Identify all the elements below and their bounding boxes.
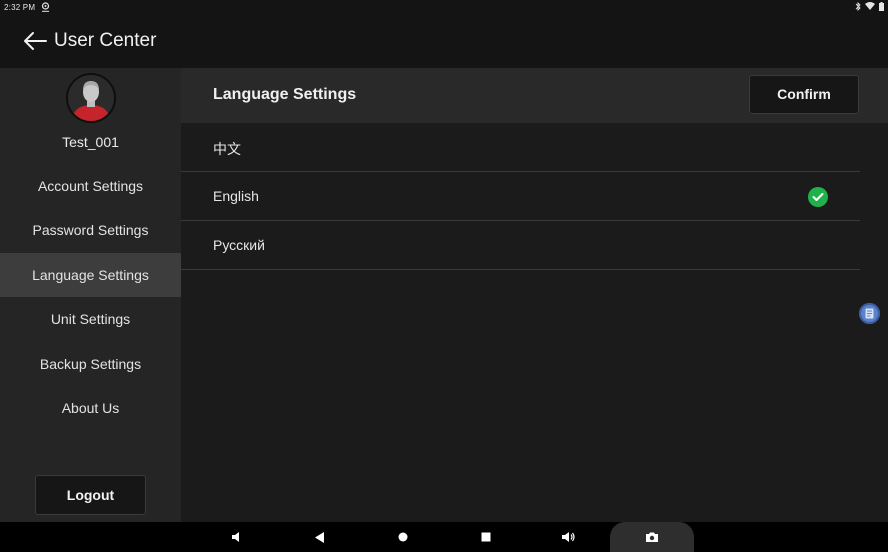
avatar[interactable]: [65, 73, 116, 123]
sidebar-menu: Account Settings Password Settings Langu…: [0, 164, 181, 430]
app-bar: User Center: [0, 14, 888, 68]
sidebar-item-unit-settings[interactable]: Unit Settings: [0, 297, 181, 341]
volume-down-icon[interactable]: [226, 522, 248, 552]
section-title: Language Settings: [213, 86, 357, 103]
battery-icon: [879, 1, 884, 13]
sidebar-item-account-settings[interactable]: Account Settings: [0, 164, 181, 208]
recents-square-icon[interactable]: [475, 522, 497, 552]
sidebar-item-backup-settings[interactable]: Backup Settings: [0, 342, 181, 386]
main-content: Language Settings Confirm 中文 English Рус…: [181, 68, 888, 522]
home-circle-icon[interactable]: [392, 522, 414, 552]
language-label: 中文: [213, 141, 241, 157]
confirm-button[interactable]: Confirm: [749, 75, 859, 114]
volume-up-icon[interactable]: [558, 522, 580, 552]
sidebar-item-about-us[interactable]: About Us: [0, 386, 181, 430]
sidebar-item-password-settings[interactable]: Password Settings: [0, 208, 181, 252]
language-option-english[interactable]: English: [181, 172, 860, 221]
back-triangle-icon[interactable]: [309, 522, 331, 552]
status-icons: [855, 0, 884, 14]
floating-assist-icon[interactable]: [859, 303, 880, 324]
status-time: 2:32 PM: [4, 2, 36, 12]
system-navigation-bar: [0, 522, 888, 552]
sidebar: Test_001 Account Settings Password Setti…: [0, 68, 181, 522]
location-icon: [41, 2, 50, 12]
avatar-container: [0, 68, 181, 128]
logout-button[interactable]: Logout: [35, 475, 146, 515]
camera-icon[interactable]: [641, 522, 663, 552]
page-title: User Center: [54, 30, 157, 51]
username: Test_001: [62, 134, 119, 150]
language-label: English: [213, 188, 259, 204]
content-header: Language Settings Confirm: [181, 68, 888, 123]
language-label: Русский: [213, 237, 265, 253]
sidebar-item-language-settings[interactable]: Language Settings: [0, 252, 181, 298]
bluetooth-icon: [855, 1, 861, 13]
arrow-left-icon[interactable]: [22, 28, 48, 54]
language-list: 中文 English Русский: [181, 123, 860, 270]
status-bar: 2:32 PM: [0, 0, 888, 14]
check-circle-icon: [808, 187, 828, 207]
language-option-chinese[interactable]: 中文: [181, 123, 860, 172]
language-option-russian[interactable]: Русский: [181, 221, 860, 270]
wifi-icon: [865, 2, 875, 12]
